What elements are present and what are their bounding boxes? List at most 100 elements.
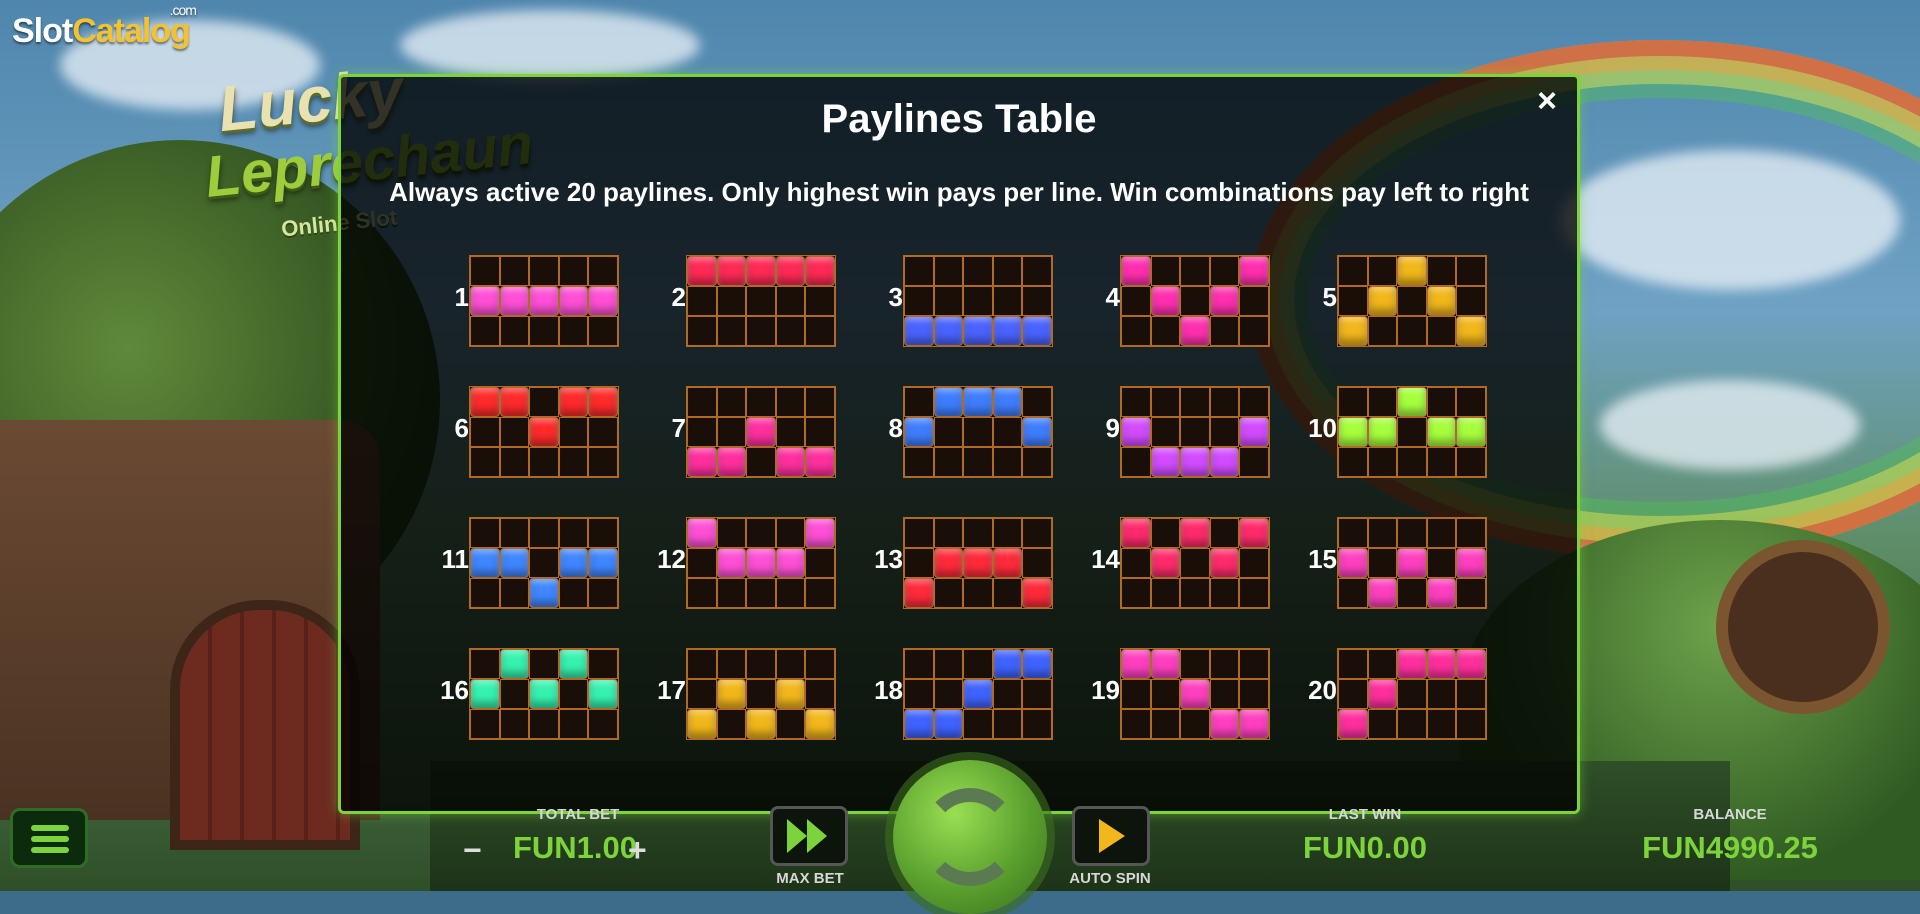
payline-19: 19 [1082,640,1270,740]
payline-grid [903,255,1053,347]
payline-cell-active [716,679,747,709]
payline-cell [1209,518,1240,548]
payline-cell [1150,316,1181,346]
payline-cell-active [933,387,964,417]
close-button[interactable]: × [1527,81,1567,121]
payline-cell-active [1397,387,1427,417]
payline-cell [716,578,747,608]
payline-cell-active [1180,316,1210,346]
payline-cell-active [470,387,500,417]
payline-cell [499,447,530,477]
payline-cell [1338,578,1368,608]
payline-cell [687,649,717,679]
payline-cell-active [470,679,500,709]
payline-cell [1180,709,1210,739]
payline-cell [904,256,934,286]
payline-cell [1338,447,1368,477]
payline-6: 6 [431,378,619,478]
payline-cell-active [1426,286,1457,316]
payline-cell [1367,709,1398,739]
payline-cell-active [933,316,964,346]
payline-cell [1239,679,1269,709]
payline-grid [686,648,836,740]
payline-cell [1121,316,1151,346]
payline-cell [1397,578,1427,608]
payline-cell-active [588,286,618,316]
payline-cell-active [716,447,747,477]
payline-cell [687,548,717,578]
payline-cell [775,649,806,679]
payline-cell-active [963,679,993,709]
payline-cell [687,417,717,447]
paylines-grid: 1 2 3 4 5 6 7 8 9 10 11 12 13 14 15 16 17 18 19 20 [431,247,1511,777]
menu-button[interactable] [10,808,88,868]
payline-cell [1180,578,1210,608]
payline-cell [1209,417,1240,447]
payline-cell [1456,518,1486,548]
payline-cell [470,518,500,548]
payline-cell [529,518,559,548]
payline-cell [499,316,530,346]
payline-cell [1121,709,1151,739]
bet-minus-button[interactable]: − [463,832,482,869]
payline-cell [746,518,776,548]
payline-2: 2 [648,247,836,347]
payline-number: 5 [1322,282,1337,312]
payline-cell-active [499,387,530,417]
payline-cell [963,417,993,447]
payline-cell [933,417,964,447]
payline-grid [903,517,1053,609]
payline-cell [992,256,1023,286]
payline-cell [904,518,934,548]
round-door [170,600,360,850]
payline-cell-active [775,256,806,286]
payline-cell [805,316,835,346]
payline-cell [470,578,500,608]
payline-cell [746,679,776,709]
payline-cell [746,447,776,477]
payline-cell-active [1338,709,1368,739]
payline-cell-active [588,387,618,417]
fast-forward-icon [787,819,827,853]
payline-cell [992,578,1023,608]
payline-cell [1239,447,1269,477]
payline-4: 4 [1082,247,1270,347]
payline-cell [1022,679,1052,709]
payline-cell-active [1456,649,1486,679]
max-bet-button[interactable] [770,806,848,866]
payline-cell [1456,447,1486,477]
payline-number: 18 [874,675,903,705]
payline-cell-active [963,387,993,417]
payline-cell-active [933,548,964,578]
payline-cell-active [904,578,934,608]
bet-plus-button[interactable]: + [628,832,647,869]
payline-cell-active [470,548,500,578]
payline-cell [529,709,559,739]
payline-cell-active [1367,417,1398,447]
auto-spin-button[interactable] [1072,806,1150,866]
payline-cell-active [963,316,993,346]
payline-cell-active [558,387,589,417]
payline-cell [1239,387,1269,417]
payline-cell [470,649,500,679]
payline-cell [1022,387,1052,417]
payline-number: 11 [441,544,470,574]
payline-cell [1426,256,1457,286]
payline-15: 15 [1299,509,1487,609]
payline-cell [1456,387,1486,417]
payline-number: 9 [1105,413,1120,443]
payline-cell [1150,256,1181,286]
auto-spin-label: AUTO SPIN [1069,870,1151,887]
payline-cell [1367,316,1398,346]
payline-cell [775,316,806,346]
payline-cell [1121,578,1151,608]
payline-cell-active [1338,417,1368,447]
payline-cell-active [499,548,530,578]
payline-cell [1426,709,1457,739]
payline-cell-active [992,548,1023,578]
payline-grid [1337,517,1487,609]
payline-cell-active [687,256,717,286]
payline-number: 12 [657,544,686,574]
payline-cell [1180,548,1210,578]
payline-cell-active [904,709,934,739]
